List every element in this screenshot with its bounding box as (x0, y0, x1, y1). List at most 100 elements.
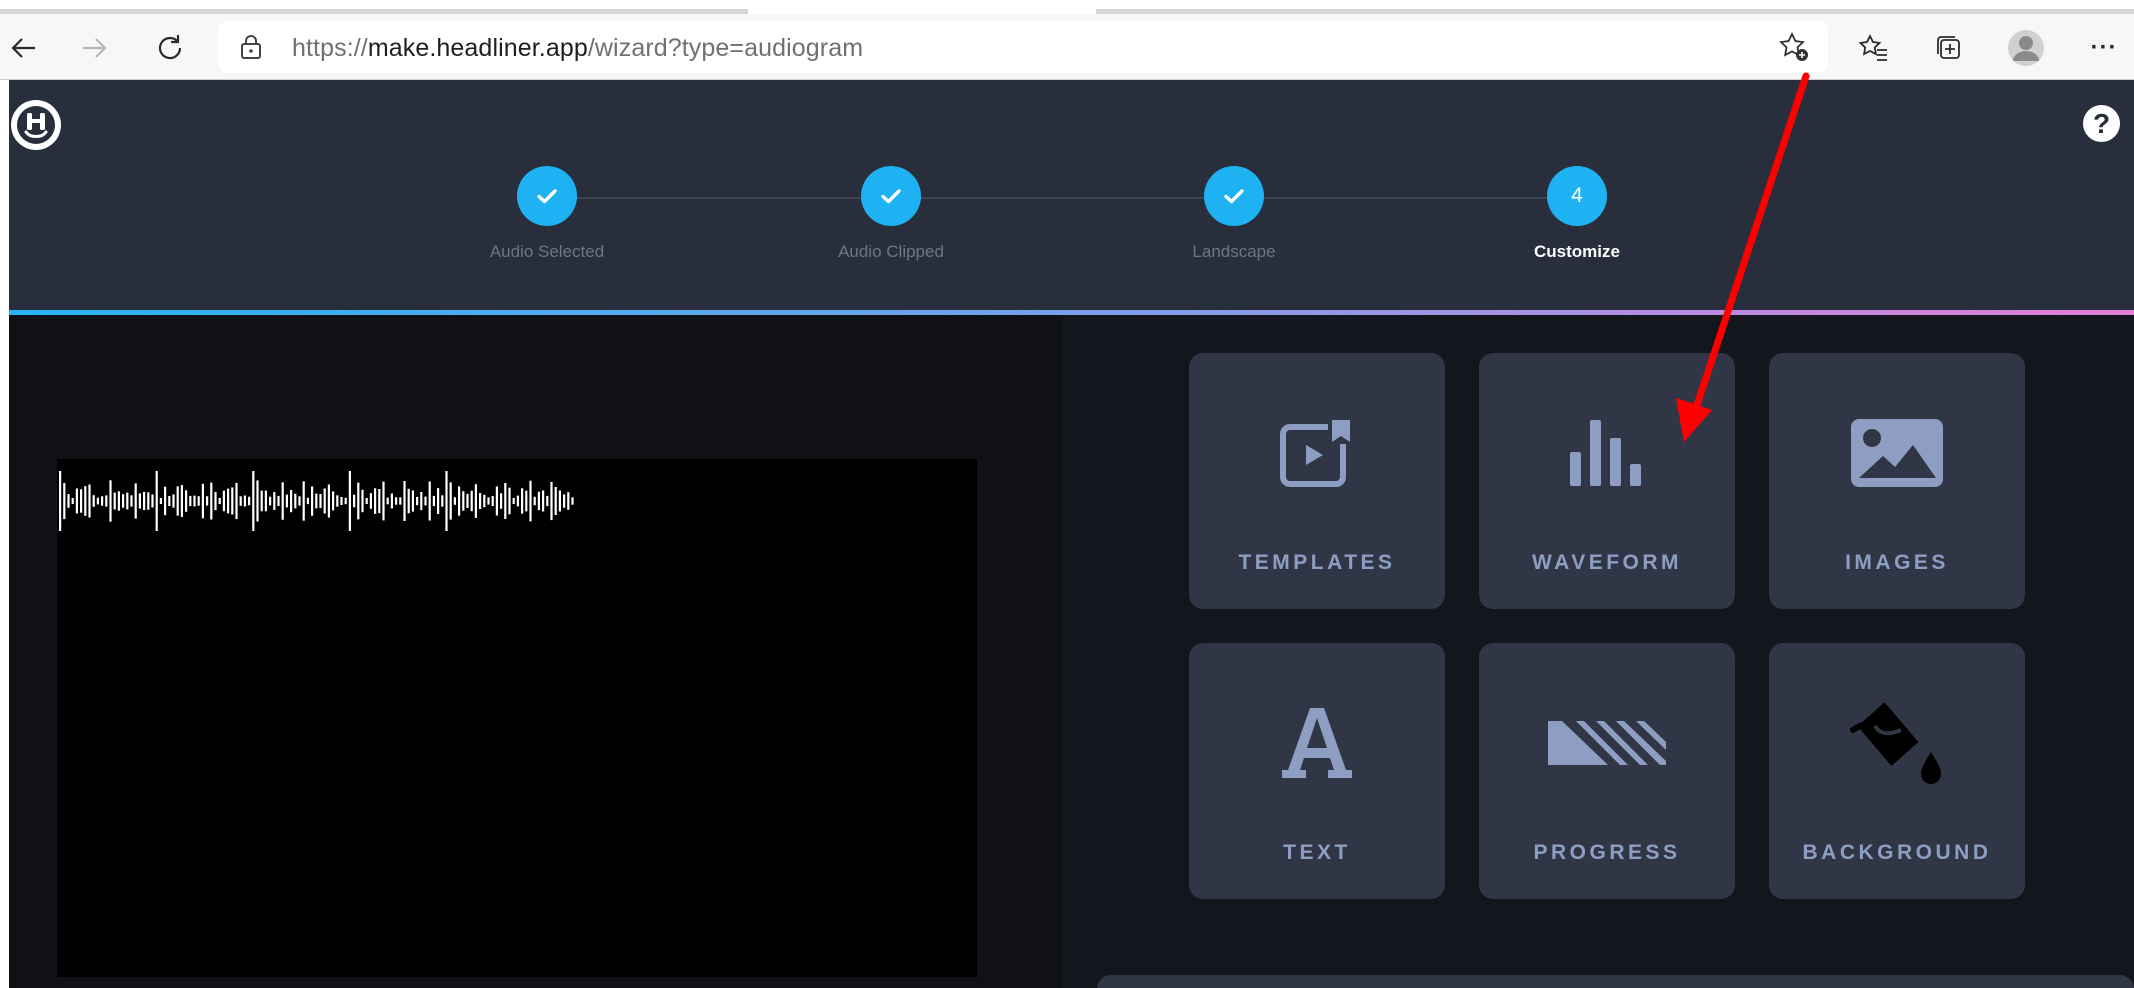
waveform-bar (218, 498, 221, 504)
forward-button[interactable] (70, 24, 118, 72)
waveform-bar (458, 486, 461, 516)
waveform-bar (88, 484, 91, 518)
waveform-bar (243, 495, 246, 507)
tile-label: TEMPLATES (1238, 551, 1396, 574)
address-bar[interactable]: https://make.headliner.app/wizard?type=a… (218, 21, 1828, 73)
waveform-bar (277, 495, 280, 506)
add-favorite-icon[interactable] (1778, 31, 1810, 63)
waveform-bar (71, 498, 74, 504)
waveform-bar (201, 483, 204, 519)
options-panel-edge (1097, 975, 2134, 988)
templates-icon (1280, 418, 1352, 487)
progress-button[interactable]: PROGRESS (1479, 643, 1735, 899)
waveform-bar (558, 490, 561, 512)
waveform-bar (222, 490, 225, 512)
waveform-bar (84, 486, 87, 516)
waveform-bar (432, 495, 435, 507)
refresh-button[interactable] (146, 24, 194, 72)
waveform-bar (264, 490, 267, 512)
waveform-bar (500, 493, 503, 509)
waveform-bar (294, 493, 297, 509)
waveform-bar (353, 494, 356, 508)
back-button[interactable] (0, 24, 48, 72)
waveform-bar (92, 495, 95, 507)
waveform-bar (143, 491, 146, 510)
favorites-button[interactable] (1850, 24, 1898, 72)
waveform-bar (269, 496, 272, 506)
background-button[interactable]: BACKGROUND (1769, 643, 2025, 899)
tile-label: IMAGES (1845, 551, 1949, 574)
collections-icon (1937, 36, 1960, 59)
headliner-logo-icon (17, 106, 55, 144)
text-button[interactable]: TEXT (1189, 643, 1445, 899)
stepper-track (547, 197, 1577, 199)
help-button[interactable]: ? (2083, 105, 2120, 142)
waveform-bar (470, 490, 473, 512)
waveform-bar (449, 482, 452, 520)
tab-strip (0, 0, 2134, 14)
preview-panel (9, 315, 1063, 988)
waveform-bar (399, 497, 402, 505)
help-icon: ? (2092, 107, 2111, 139)
images-button[interactable]: IMAGES (1769, 353, 2025, 609)
waveform-bar (466, 493, 469, 508)
waveform-bar (525, 490, 528, 512)
waveform-button[interactable]: WAVEFORM (1479, 353, 1735, 609)
profile-button[interactable] (2002, 24, 2050, 72)
waveform-bar (189, 495, 192, 507)
waveform-bar (462, 491, 465, 511)
waveform-bar (214, 492, 217, 511)
tile-label: WAVEFORM (1531, 551, 1683, 574)
waveform-bar (437, 488, 440, 514)
waveform-bar (407, 488, 410, 514)
url-text[interactable]: https://make.headliner.app/wizard?type=a… (292, 34, 863, 63)
waveform-bar (298, 496, 301, 506)
waveform-bar (105, 495, 108, 507)
waveform-bar (302, 481, 305, 521)
waveform-bar (67, 494, 70, 508)
waveform-bar (319, 494, 322, 508)
templates-button[interactable]: TEMPLATES (1189, 353, 1445, 609)
waveform-bar (210, 482, 213, 520)
waveform-preview[interactable] (57, 459, 977, 559)
lock-icon[interactable] (240, 34, 262, 60)
waveform-bar (453, 497, 456, 505)
waveform-bar (361, 489, 364, 513)
more-icon: ··· (2090, 34, 2118, 61)
waveform-bar (59, 471, 62, 531)
checkmark-icon (537, 189, 557, 204)
progress-icon (1548, 721, 1666, 765)
video-preview-canvas[interactable] (57, 459, 977, 977)
collections-button[interactable] (1925, 24, 1973, 72)
waveform-bar (550, 481, 553, 521)
step-label: Audio Selected (489, 242, 605, 261)
waveform-bar (428, 481, 431, 521)
waveform-bar (172, 494, 175, 508)
waveform-bar (231, 487, 234, 515)
waveform-bar (382, 481, 385, 521)
waveform-bar (168, 496, 171, 506)
waveform-bar (285, 494, 288, 508)
waveform-bar (495, 486, 498, 516)
waveform-bar (147, 492, 150, 510)
tile-label: PROGRESS (1533, 841, 1681, 864)
waveform-bar (96, 497, 99, 505)
waveform-bar (164, 486, 167, 516)
waveform-bar (155, 471, 158, 531)
headliner-logo[interactable] (11, 100, 61, 150)
text-icon (1282, 708, 1352, 778)
more-menu-button[interactable]: ··· (2080, 24, 2128, 72)
waveform-bar (256, 480, 259, 522)
waveform-bar (529, 480, 532, 522)
waveform-bar (109, 480, 112, 522)
waveform-icon (1570, 420, 1641, 486)
image-icon (1851, 419, 1943, 487)
waveform-bar (386, 497, 389, 505)
back-arrow-icon (11, 38, 35, 58)
tile-label: BACKGROUND (1802, 841, 1992, 864)
waveform-bar (197, 496, 200, 506)
step-number-badge: 4 (1547, 166, 1607, 226)
waveform-bar (445, 471, 448, 531)
waveform-bar (563, 494, 566, 508)
waveform-bar (126, 492, 129, 510)
